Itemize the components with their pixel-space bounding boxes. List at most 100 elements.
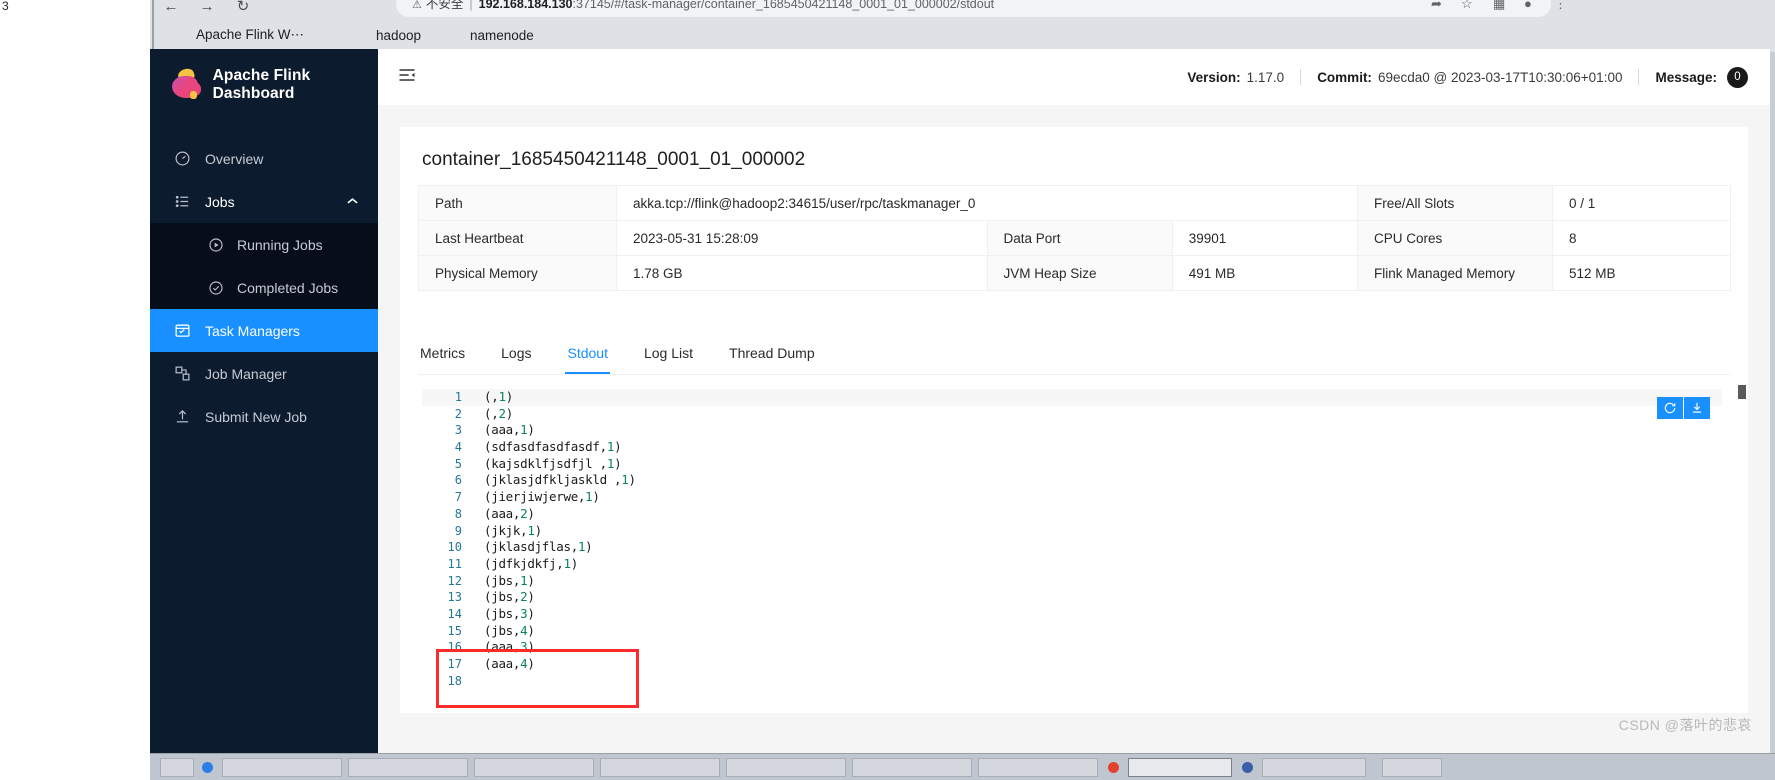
taskbar-item[interactable] <box>222 758 342 777</box>
code-line: 15 (jbs,4) <box>422 623 1722 640</box>
scrollbar-thumb[interactable] <box>1738 385 1746 399</box>
sidebar-item-job-manager[interactable]: Job Manager <box>150 352 378 395</box>
flink-favicon <box>172 27 189 44</box>
cell-value: 512 MB <box>1552 255 1731 291</box>
bookmark-namenode[interactable]: namenode <box>446 25 534 45</box>
code-line: 18 <box>422 673 1722 690</box>
editor-scrollbar[interactable] <box>1738 385 1746 711</box>
taskbar-item[interactable] <box>160 758 194 777</box>
address-bar[interactable]: ⚠ 不安全 | 192.168.184.130:37145/#/task-manage… <box>396 0 1551 17</box>
back-icon[interactable]: ← <box>160 0 182 17</box>
taskbar-item[interactable] <box>1262 758 1366 777</box>
sidebar-nav: Overview Jobs Running Jobs Completed Job… <box>150 137 378 438</box>
sidebar-item-jobs[interactable]: Jobs <box>150 180 378 223</box>
divider <box>1638 69 1640 85</box>
taskbar-app-icon[interactable] <box>1108 762 1119 773</box>
line-number: 15 <box>447 623 462 638</box>
taskbar-app-icon[interactable] <box>1242 762 1253 773</box>
reload-icon[interactable]: ↻ <box>232 0 254 17</box>
globe-icon <box>352 27 369 44</box>
star-icon[interactable]: ☆ <box>1461 0 1473 12</box>
message-count-badge[interactable]: 0 <box>1727 66 1748 88</box>
line-number: 8 <box>454 506 462 521</box>
table-row: Path akka.tcp://flink@hadoop2:34615/user… <box>418 185 1731 221</box>
menu-fold-icon[interactable] <box>396 65 420 87</box>
menu-icon[interactable]: ⋮ <box>1554 0 1567 12</box>
upload-icon <box>172 407 192 427</box>
sidebar-item-running-jobs[interactable]: Running Jobs <box>150 223 378 266</box>
tab-logs[interactable]: Logs <box>499 335 533 374</box>
line-content: (jklasjdfkljaskld ,1) <box>484 472 636 488</box>
bookmark-apache-flink[interactable]: Apache Flink W⋯ <box>172 25 304 45</box>
content-area: Version: 1.17.0 Commit: 69ecda0 @ 2023-0… <box>378 49 1770 753</box>
line-content: (jkjk,1) <box>484 522 542 538</box>
tab-stdout[interactable]: Stdout <box>565 335 611 374</box>
code-line: 10 (jklasdjflas,1) <box>422 539 1722 556</box>
sidebar: Apache Flink Dashboard Overview Jobs Run… <box>150 49 378 753</box>
line-content: (aaa,4) <box>484 656 535 671</box>
sidebar-item-task-managers[interactable]: Task Managers <box>150 309 378 352</box>
numeric-token: 2 <box>520 505 528 521</box>
line-number: 5 <box>454 456 462 471</box>
numeric-token: 1 <box>606 439 615 455</box>
share-icon[interactable]: ➦ <box>1431 0 1442 12</box>
line-content: (sdfasdfasdfasdf,1) <box>484 439 622 455</box>
taskbar-item[interactable] <box>852 758 972 777</box>
brand[interactable]: Apache Flink Dashboard <box>150 49 378 121</box>
cell-key: Data Port <box>986 220 1173 256</box>
desktop-label: 3 <box>2 0 9 13</box>
code-line: 1 (,1) <box>422 389 1722 406</box>
refresh-button[interactable] <box>1657 397 1683 419</box>
cell-key: CPU Cores <box>1357 220 1553 256</box>
table-row: Last Heartbeat 2023-05-31 15:28:09 Data … <box>418 220 1731 256</box>
taskbar-item[interactable] <box>1382 758 1442 777</box>
cell-value: 1.78 GB <box>616 255 988 291</box>
sidebar-item-completed-jobs[interactable]: Completed Jobs <box>150 266 378 309</box>
numeric-token: 1 <box>621 472 629 488</box>
extensions-icon[interactable]: ▦ <box>1493 0 1505 12</box>
code-editor[interactable]: 1 (,1) 2 (,2) 3 (aaa,1) 4 (sdfasdfasdfasdf,1) 5(… <box>422 389 1722 703</box>
cell-value: 0 / 1 <box>1552 185 1731 221</box>
sidebar-item-overview[interactable]: Overview <box>150 137 378 180</box>
line-content: (jklasdjflas,1) <box>484 539 593 555</box>
line-content: (jbs,3) <box>484 605 535 621</box>
download-button[interactable] <box>1684 397 1710 419</box>
cell-key: Physical Memory <box>418 255 617 291</box>
taskbar-app-icon[interactable] <box>202 762 213 773</box>
taskbar-item-active[interactable] <box>1128 758 1232 777</box>
cell-key: Last Heartbeat <box>418 220 617 256</box>
cell-value: 8 <box>1552 220 1731 256</box>
sidebar-item-label: Jobs <box>205 193 235 210</box>
line-content: (,1) <box>484 389 513 404</box>
divider <box>1300 69 1302 85</box>
taskbar-item[interactable] <box>978 758 1098 777</box>
cell-key: Flink Managed Memory <box>1357 255 1553 291</box>
code-line: 5 (kajsdklfjsdfjl ,1) <box>422 456 1722 473</box>
brand-title: Apache Flink Dashboard <box>212 67 311 102</box>
cell-value: akka.tcp://flink@hadoop2:34615/user/rpc/… <box>616 185 1358 221</box>
cell-key: Path <box>418 185 617 221</box>
bookmark-hadoop[interactable]: hadoop <box>352 25 421 45</box>
profile-icon[interactable]: ● <box>1524 0 1532 11</box>
line-number: 13 <box>447 590 462 605</box>
line-number: 17 <box>447 657 462 671</box>
tab-metrics[interactable]: Metrics <box>418 335 467 374</box>
sidebar-item-submit-new-job[interactable]: Submit New Job <box>150 395 378 438</box>
tab-log-list[interactable]: Log List <box>642 335 695 374</box>
line-content: (aaa,2) <box>484 505 535 521</box>
taskbar-item[interactable] <box>348 758 468 777</box>
browser-chrome: 3 ← → ↻ ⚠ 不安全 | 192.168.184.130:37145/#/tas… <box>0 0 1775 52</box>
numeric-token: 4 <box>520 656 528 671</box>
code-line: 14 (jbs,3) <box>422 606 1722 623</box>
sidebar-item-label: Task Managers <box>205 322 300 339</box>
tab-thread-dump[interactable]: Thread Dump <box>727 335 817 374</box>
line-content: (jierjiwjerwe,1) <box>484 489 600 505</box>
taskbar-item[interactable] <box>726 758 846 777</box>
taskbar-item[interactable] <box>600 758 720 777</box>
page-title: container_1685450421148_0001_01_000002 <box>422 149 806 170</box>
bookmark-label: namenode <box>470 27 534 43</box>
code-line: 6 (jklasjdfkljaskld ,1) <box>422 472 1722 489</box>
code-line: 8 (aaa,2) <box>422 506 1722 523</box>
forward-icon[interactable]: → <box>196 0 218 17</box>
taskbar-item[interactable] <box>474 758 594 777</box>
